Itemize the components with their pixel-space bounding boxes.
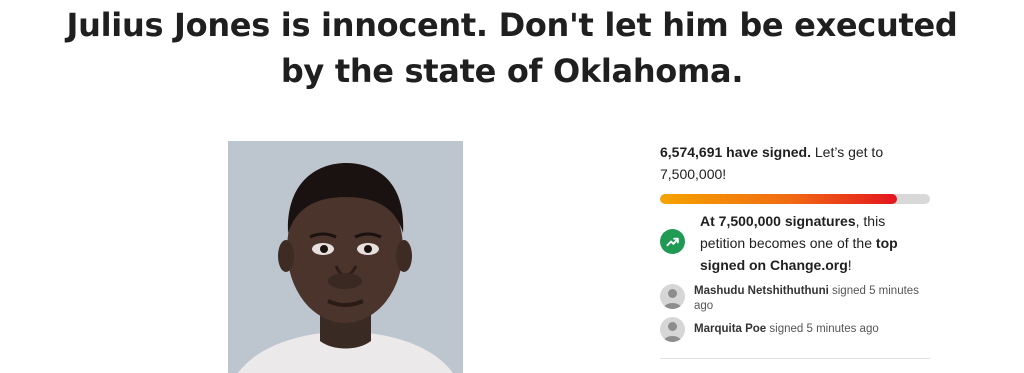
trending-up-icon bbox=[660, 229, 685, 254]
milestone-end: ! bbox=[847, 257, 852, 273]
petition-title-line-2: by the state of Oklahoma. bbox=[280, 52, 744, 90]
petition-title-line-1: Julius Jones is innocent. Don't let him … bbox=[66, 6, 958, 44]
signer-text: Mashudu Netshithuthuni signed 5 minutes … bbox=[694, 284, 930, 314]
milestone-target: At 7,500,000 signatures bbox=[700, 213, 856, 229]
milestone-text: At 7,500,000 signatures, this petition b… bbox=[700, 210, 930, 276]
avatar bbox=[660, 317, 685, 342]
signature-progress-bar bbox=[660, 194, 930, 204]
portrait-image bbox=[228, 141, 463, 373]
signer-text: Marquita Poe signed 5 minutes ago bbox=[694, 317, 930, 342]
milestone-notice: At 7,500,000 signatures, this petition b… bbox=[660, 210, 930, 276]
signature-count: 6,574,691 have signed. bbox=[660, 144, 811, 160]
user-icon bbox=[663, 322, 682, 342]
avatar bbox=[660, 284, 685, 309]
divider bbox=[660, 358, 930, 359]
signature-count-text: 6,574,691 have signed. Let’s get to 7,50… bbox=[660, 141, 930, 185]
petition-photo bbox=[228, 141, 463, 373]
petition-title: Julius Jones is innocent. Don't let him … bbox=[40, 2, 984, 94]
signature-panel: 6,574,691 have signed. Let’s get to 7,50… bbox=[660, 141, 930, 359]
user-icon bbox=[663, 289, 682, 309]
signer-name[interactable]: Mashudu Netshithuthuni bbox=[694, 285, 829, 297]
signer-name[interactable]: Marquita Poe bbox=[694, 323, 766, 335]
recent-signer-item: Marquita Poe signed 5 minutes ago bbox=[660, 317, 930, 342]
recent-signer-item: Mashudu Netshithuthuni signed 5 minutes … bbox=[660, 284, 930, 314]
signer-action: signed 5 minutes ago bbox=[769, 323, 879, 335]
signature-progress-fill bbox=[660, 194, 897, 204]
